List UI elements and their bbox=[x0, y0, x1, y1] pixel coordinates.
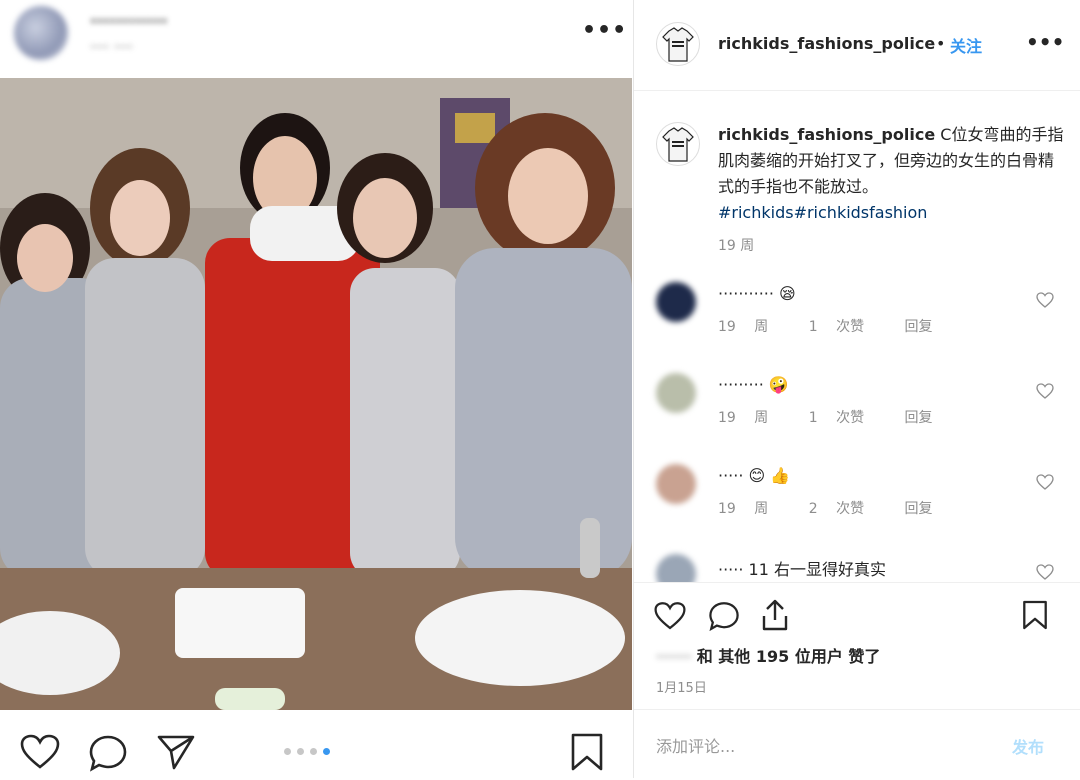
comment-text: ········· 🤪 bbox=[718, 375, 789, 394]
comment-meta: 19 周 1 次赞 回复 bbox=[718, 316, 955, 336]
commenter-avatar[interactable] bbox=[656, 373, 696, 413]
post-media-panel: ············ ···· ···· ••• bbox=[0, 0, 632, 778]
more-options-icon[interactable]: ••• bbox=[582, 18, 627, 43]
liker-names[interactable]: ······· bbox=[656, 647, 692, 666]
bookmark-icon[interactable] bbox=[570, 732, 604, 772]
follow-button[interactable]: 关注 bbox=[950, 33, 982, 57]
carousel-dot[interactable] bbox=[297, 748, 304, 755]
commenter-avatar[interactable] bbox=[656, 464, 696, 504]
post-details-panel: richkids_fashions_police • 关注 ••• richki… bbox=[633, 0, 1080, 779]
reply-button[interactable]: 回复 bbox=[905, 410, 933, 426]
comment-heart-icon[interactable] bbox=[1036, 383, 1054, 399]
comment-item: ····· 😊 👍 19 周 2 次赞 回复 bbox=[634, 456, 1080, 542]
comment-time[interactable]: 19 周 bbox=[718, 319, 768, 335]
comment-heart-icon[interactable] bbox=[1036, 564, 1054, 580]
more-options-icon[interactable]: ••• bbox=[1026, 30, 1064, 54]
post-actions-bar bbox=[0, 712, 632, 778]
comment-heart-icon[interactable] bbox=[1036, 292, 1054, 308]
comment-heart-icon[interactable] bbox=[1036, 474, 1054, 490]
comment-text: ··········· 😪 bbox=[718, 284, 796, 303]
comment-item: ····· 11 右一显得好真实 bbox=[634, 546, 1080, 582]
comment-item: ········· 🤪 19 周 1 次赞 回复 bbox=[634, 365, 1080, 451]
details-actions: ······· 和 其他 195 位用户 赞了 1月15日 发布 bbox=[634, 582, 1080, 779]
header-separator: • bbox=[936, 34, 946, 53]
likes-summary[interactable]: ······· 和 其他 195 位用户 赞了 bbox=[656, 643, 880, 667]
likes-text: 和 其他 195 位用户 赞了 bbox=[696, 647, 881, 666]
comment-icon[interactable] bbox=[708, 600, 740, 632]
comment-meta: 19 周 1 次赞 回复 bbox=[718, 407, 955, 427]
caption-timestamp[interactable]: 19 周 bbox=[718, 235, 754, 255]
heart-icon[interactable] bbox=[20, 734, 60, 770]
comment-text: ····· 11 右一显得好真实 bbox=[718, 560, 886, 579]
comment-time[interactable]: 19 周 bbox=[718, 501, 768, 517]
comment-likes[interactable]: 2 次赞 bbox=[809, 501, 864, 517]
caption-avatar[interactable] bbox=[656, 122, 700, 166]
post-photo[interactable] bbox=[0, 78, 632, 710]
bookmark-icon[interactable] bbox=[1022, 598, 1048, 632]
caption-hashtags[interactable]: #richkids#richkidsfashion bbox=[718, 203, 927, 222]
author-avatar[interactable] bbox=[656, 22, 700, 66]
post-location[interactable]: ···· ···· bbox=[90, 38, 133, 56]
post-header: ············ ···· ···· ••• bbox=[0, 0, 632, 78]
add-comment-bar: 发布 bbox=[634, 709, 1080, 780]
comment-item: ··········· 😪 19 周 1 次赞 回复 bbox=[634, 274, 1080, 360]
carousel-dot-active[interactable] bbox=[323, 748, 330, 755]
share-icon[interactable] bbox=[156, 734, 196, 770]
reply-button[interactable]: 回复 bbox=[905, 319, 933, 335]
comment-text: ····· 😊 👍 bbox=[718, 466, 791, 485]
comment-time[interactable]: 19 周 bbox=[718, 410, 768, 426]
comment-likes[interactable]: 1 次赞 bbox=[809, 410, 864, 426]
post-caption: richkids_fashions_police C位女弯曲的手指肌肉萎缩的开始… bbox=[718, 122, 1068, 226]
carousel-indicator bbox=[284, 748, 330, 755]
commenter-avatar[interactable] bbox=[656, 554, 696, 582]
caption-username[interactable]: richkids_fashions_police bbox=[718, 125, 935, 144]
comment-meta: 19 周 2 次赞 回复 bbox=[718, 498, 955, 518]
upload-share-icon[interactable] bbox=[760, 598, 790, 632]
group-mirror-selfie-image bbox=[0, 78, 632, 710]
author-username[interactable]: richkids_fashions_police bbox=[718, 34, 935, 53]
add-comment-input[interactable] bbox=[654, 732, 978, 760]
comment-icon[interactable] bbox=[88, 734, 128, 772]
carousel-dot[interactable] bbox=[284, 748, 291, 755]
commenter-avatar[interactable] bbox=[656, 282, 696, 322]
author-avatar[interactable] bbox=[14, 6, 68, 60]
comment-likes[interactable]: 1 次赞 bbox=[809, 319, 864, 335]
author-username[interactable]: ············ bbox=[90, 12, 168, 32]
post-comment-button[interactable]: 发布 bbox=[1012, 734, 1044, 758]
tshirt-icon bbox=[662, 127, 694, 162]
heart-icon[interactable] bbox=[654, 601, 686, 631]
reply-button[interactable]: 回复 bbox=[905, 501, 933, 517]
carousel-dot[interactable] bbox=[310, 748, 317, 755]
post-date[interactable]: 1月15日 bbox=[656, 677, 707, 696]
details-header: richkids_fashions_police • 关注 ••• bbox=[634, 0, 1080, 91]
tshirt-icon bbox=[662, 27, 694, 62]
